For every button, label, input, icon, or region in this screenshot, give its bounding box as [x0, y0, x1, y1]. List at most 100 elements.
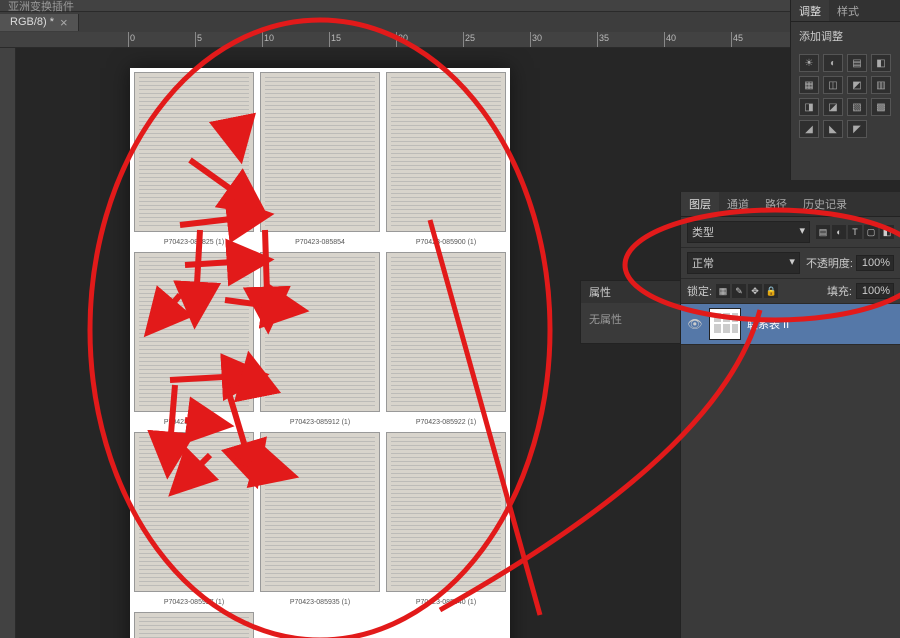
contact-sheet-grid: P70423-085825 (1)P70423-085854P70423-085…	[130, 68, 510, 638]
adjustment-icon[interactable]: ◪	[823, 98, 843, 116]
layer-kind-dropdown[interactable]: 类型 ▾	[687, 221, 810, 243]
layer-filter-row: 类型 ▾ ▤ ◐ T ▢ ◧	[681, 217, 900, 248]
fill-input[interactable]: 100%	[856, 283, 894, 299]
adjustment-icon[interactable]: ▦	[799, 76, 819, 94]
page-thumbnail	[260, 252, 380, 412]
tab-history[interactable]: 历史记录	[795, 192, 855, 216]
page-thumbnail	[134, 612, 254, 638]
ruler-tick	[262, 32, 263, 47]
ruler-tick	[329, 32, 330, 47]
ruler-label: 5	[197, 33, 202, 43]
adjustment-icon[interactable]: ◢	[799, 120, 819, 138]
adjustments-panel-tabs: 调整 样式	[791, 0, 900, 22]
blend-mode-dropdown[interactable]: 正常 ▾	[687, 252, 800, 274]
contact-sheet-page: P70423-085912 (1)	[260, 252, 380, 412]
page-thumbnail-label: P70423-085825 (1)	[134, 239, 254, 246]
tab-properties[interactable]: 属性	[581, 281, 689, 303]
contact-sheet-page: P70423-085940 (1)	[386, 432, 506, 592]
page-thumbnail	[386, 432, 506, 592]
layers-panel-tabs: 图层 通道 路径 历史记录	[681, 192, 900, 217]
visibility-eye-icon[interactable]: 👁	[687, 316, 703, 332]
adjustment-icon[interactable]: ▩	[871, 98, 891, 116]
tab-adjustments[interactable]: 调整	[791, 0, 829, 21]
ruler-label: 15	[331, 33, 341, 43]
lock-icons-group: ▦ ✎ ✥ 🔒	[716, 284, 778, 298]
ruler-label: 40	[666, 33, 676, 43]
adjustment-icon[interactable]: ◫	[823, 76, 843, 94]
adjustment-icon-grid: ☀◐▤◧ ▦◫◩▥ ◨◪▧▩ ◢◣◤	[791, 50, 900, 142]
document-tab-title: RGB/8) *	[10, 16, 54, 28]
layer-item[interactable]: 👁 联系表 II	[681, 304, 900, 345]
layer-kind-label: 类型	[692, 224, 714, 240]
page-thumbnail-label: P70423-085912 (1)	[260, 419, 380, 426]
lock-position-icon[interactable]: ✥	[748, 284, 762, 298]
ruler-tick	[128, 32, 129, 47]
contact-sheet-page: P70423-085927 (1)	[134, 432, 254, 592]
contact-sheet-page: P70423-085905 (1)	[134, 252, 254, 412]
tab-layers[interactable]: 图层	[681, 192, 719, 216]
ruler-label: 10	[264, 33, 274, 43]
opacity-label: 不透明度:	[806, 255, 853, 271]
page-thumbnail-label: P70423-085900 (1)	[386, 239, 506, 246]
adjustment-icon[interactable]: ▥	[871, 76, 891, 94]
layers-panel: 图层 通道 路径 历史记录 类型 ▾ ▤ ◐ T ▢ ◧ 正常 ▾ 不透明度: …	[680, 192, 900, 638]
page-thumbnail	[260, 432, 380, 592]
filter-adj-icon[interactable]: ◐	[832, 225, 846, 239]
tab-paths[interactable]: 路径	[757, 192, 795, 216]
page-thumbnail	[260, 72, 380, 232]
contact-sheet-page: P70423-085900 (1)	[386, 72, 506, 232]
page-thumbnail	[134, 252, 254, 412]
layer-name[interactable]: 联系表 II	[747, 316, 789, 332]
ruler-tick	[195, 32, 196, 47]
layer-thumbnail[interactable]	[709, 308, 741, 340]
document-tabs: RGB/8) * ×	[0, 12, 900, 32]
contact-sheet-page: P70423-085935 (1)	[260, 432, 380, 592]
filter-icons: ▤ ◐ T ▢ ◧	[816, 225, 894, 239]
document-tab[interactable]: RGB/8) * ×	[0, 14, 79, 31]
properties-panel: 属性 无属性	[580, 280, 690, 344]
filter-pixel-icon[interactable]: ▤	[816, 225, 830, 239]
blend-opacity-row: 正常 ▾ 不透明度: 100%	[681, 248, 900, 279]
page-thumbnail-label: P70423-085927 (1)	[134, 599, 254, 606]
page-thumbnail-label: P70423-085922 (1)	[386, 419, 506, 426]
contact-sheet-page: P70423-085922 (1)	[386, 252, 506, 412]
adjustment-icon[interactable]: ☀	[799, 54, 819, 72]
lock-brush-icon[interactable]: ✎	[732, 284, 746, 298]
adjustment-icon[interactable]: ◐	[823, 54, 843, 72]
options-bar: 亚洲变换插件	[0, 0, 900, 12]
page-thumbnail	[134, 432, 254, 592]
page-thumbnail-label: P70423-085940 (1)	[386, 599, 506, 606]
ruler-tick	[463, 32, 464, 47]
page-thumbnail-label: P70423-085854	[260, 239, 380, 246]
tab-styles[interactable]: 样式	[829, 0, 867, 21]
page-thumbnail	[134, 72, 254, 232]
lock-all-icon[interactable]: 🔒	[764, 284, 778, 298]
ruler-vertical	[0, 48, 16, 638]
document-canvas[interactable]: P70423-085825 (1)P70423-085854P70423-085…	[130, 68, 510, 638]
plugin-label: 亚洲变换插件	[8, 0, 74, 14]
adjustments-title: 添加调整	[791, 22, 900, 50]
lock-transparent-icon[interactable]: ▦	[716, 284, 730, 298]
page-thumbnail-label: P70423-085935 (1)	[260, 599, 380, 606]
adjustment-icon[interactable]: ▧	[847, 98, 867, 116]
fill-label: 填充:	[827, 283, 852, 299]
chevron-down-icon: ▾	[789, 255, 795, 271]
contact-sheet-page: P70423-085854	[260, 72, 380, 232]
adjustment-icon[interactable]: ▤	[847, 54, 867, 72]
adjustment-icon[interactable]: ◧	[871, 54, 891, 72]
adjustment-icon[interactable]: ◤	[847, 120, 867, 138]
contact-sheet-page: P70423-085825 (1)	[134, 72, 254, 232]
adjustments-panel: 调整 样式 添加调整 ☀◐▤◧ ▦◫◩▥ ◨◪▧▩ ◢◣◤	[790, 0, 900, 180]
ruler-tick	[396, 32, 397, 47]
opacity-input[interactable]: 100%	[856, 255, 894, 271]
filter-type-icon[interactable]: T	[848, 225, 862, 239]
adjustment-icon[interactable]: ◩	[847, 76, 867, 94]
tab-channels[interactable]: 通道	[719, 192, 757, 216]
filter-shape-icon[interactable]: ▢	[864, 225, 878, 239]
close-tab-icon[interactable]: ×	[60, 16, 68, 29]
ruler-horizontal: 051015202530354045	[0, 32, 900, 48]
layers-list: 👁 联系表 II	[681, 304, 900, 345]
filter-smart-icon[interactable]: ◧	[880, 225, 894, 239]
adjustment-icon[interactable]: ◨	[799, 98, 819, 116]
adjustment-icon[interactable]: ◣	[823, 120, 843, 138]
